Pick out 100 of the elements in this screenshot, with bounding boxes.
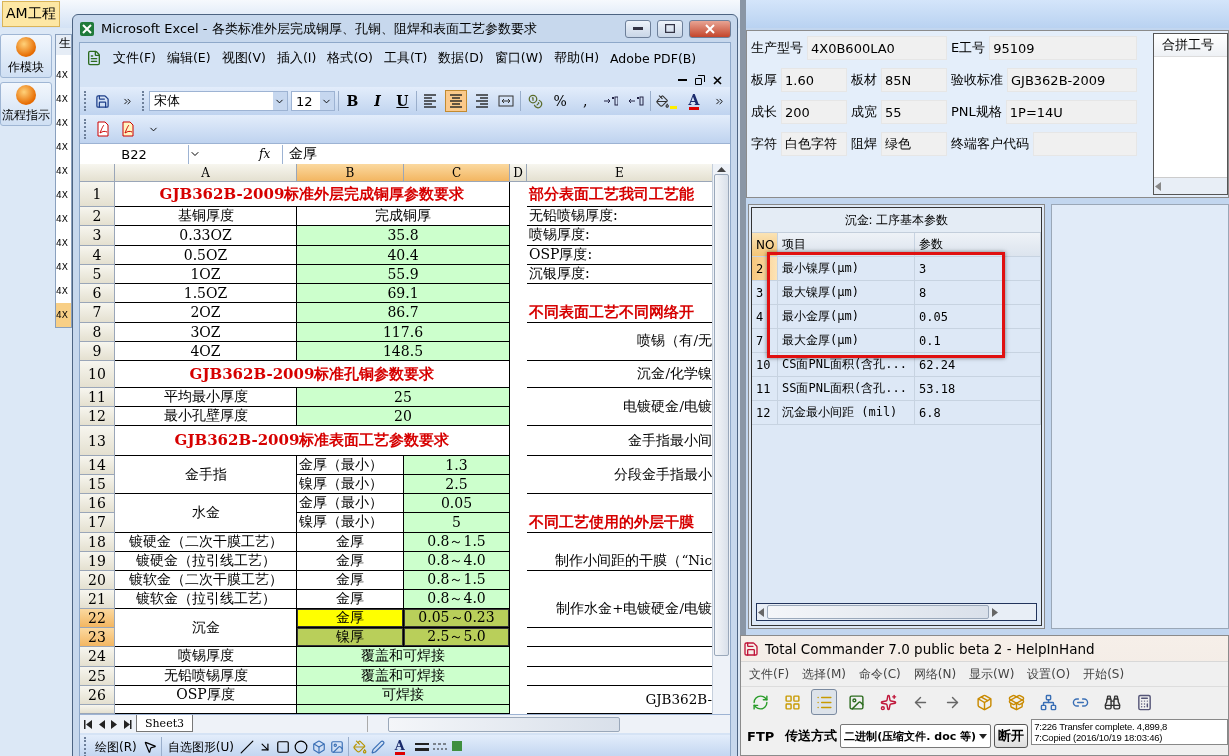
table-cell[interactable]: 10 [752,353,778,376]
ellipse-icon[interactable] [293,740,308,754]
name-box[interactable]: B22 [80,144,189,164]
row-header[interactable]: 1 [80,182,115,207]
text-field[interactable]: 95109 [989,36,1137,60]
restore-icon[interactable] [695,75,705,85]
fill-color-icon[interactable] [352,740,367,754]
column-header[interactable]: B [297,164,404,182]
last-sheet-icon[interactable] [123,719,132,729]
text-field[interactable]: 85N [881,68,947,92]
left-arrow-icon[interactable] [1154,181,1162,191]
font-color-button[interactable]: A [388,736,411,756]
menu-item[interactable]: 开始(S) [1083,665,1125,683]
shadow-icon[interactable] [450,740,465,754]
text-field[interactable]: 55 [881,100,947,124]
first-sheet-icon[interactable] [84,719,93,729]
line-style-icon[interactable] [414,741,429,753]
menu-item[interactable]: AM工程 [2,1,60,27]
comma-button[interactable]: , [574,90,597,112]
text-field[interactable]: 绿色 [881,132,947,156]
italic-button[interactable]: I [366,90,389,112]
horizontal-scrollbar[interactable] [756,603,1037,621]
menu-item[interactable]: 格式(O) [327,49,373,67]
table-cell[interactable]: 3 [752,281,778,304]
row-header[interactable]: 15 [80,475,115,495]
menu-item[interactable]: 数据(D) [438,49,484,67]
pointer-icon[interactable] [142,740,157,754]
row-header[interactable]: 6 [80,284,115,304]
underline-button[interactable]: U [391,90,414,112]
text-field[interactable]: 200 [781,100,847,124]
column-header[interactable]: D [510,164,527,182]
vertical-scrollbar[interactable] [712,164,730,714]
minimize-icon[interactable] [678,78,687,82]
column-header[interactable]: E [527,164,713,182]
row-header[interactable]: 14 [80,456,115,476]
maximize-button[interactable] [657,19,683,38]
font-size-field[interactable]: 12 [290,91,335,111]
row-header[interactable]: 3 [80,226,115,246]
text-field[interactable]: 白色字符 [781,132,847,156]
formula-field[interactable]: 金厚 [282,144,730,164]
column-header[interactable]: A [115,164,297,182]
menu-item[interactable]: 编辑(E) [166,49,211,67]
disconnect-button[interactable]: 断开 [994,724,1029,748]
pen-icon[interactable] [370,740,385,754]
row-header[interactable]: 13 [80,426,115,456]
menu-item[interactable]: 文件(F) [749,665,790,683]
minimize-button[interactable] [625,19,651,38]
menu-item[interactable]: 窗口(W) [494,49,543,67]
menu-item[interactable]: 工具(T) [383,49,428,67]
left-arrow-icon[interactable] [757,607,765,617]
menu-item[interactable]: 插入(I) [276,49,317,67]
font-color-button[interactable]: A [683,90,705,112]
menu-item[interactable]: 选择(M) [802,665,846,683]
draw-menu[interactable]: 绘图(R) [93,738,139,756]
percent-button[interactable]: % [549,90,572,112]
module-button[interactable]: 作模块 [0,34,52,78]
menu-item[interactable]: 命令(C) [859,665,901,683]
menu-item[interactable]: 文件(F) [113,49,156,67]
align-button[interactable] [445,90,468,112]
row-header[interactable]: 24 [80,647,115,667]
row-header[interactable]: 16 [80,494,115,514]
menu-item[interactable]: 视图(V) [221,49,266,67]
previous-sheet-icon[interactable] [97,719,106,729]
row-header[interactable]: 7 [80,303,115,323]
module-button[interactable]: 流程指示 [0,82,52,126]
rectangle-icon[interactable] [275,740,290,754]
column-header[interactable]: 参数 [915,233,1041,256]
table-cell[interactable]: 11 [752,377,778,400]
cube-icon[interactable] [311,740,326,754]
table-cell[interactable]: 7 [752,329,778,352]
text-field[interactable]: GJB362B-2009 [1007,68,1137,92]
text-field[interactable]: 1P=14U [1005,100,1137,124]
transfer-mode-dropdown[interactable]: 二进制(压缩文件. doc 等) [840,724,992,748]
row-header[interactable]: 10 [80,361,115,388]
next-sheet-icon[interactable] [110,719,119,729]
up-arrow-icon[interactable] [717,166,726,172]
menu-item[interactable]: 网络(N) [913,665,957,683]
sheet-tab[interactable]: Sheet3 [136,715,194,732]
column-header[interactable]: C [404,164,510,182]
menu-item[interactable]: 设置(O) [1027,665,1071,683]
row-header[interactable]: 23 [80,628,115,648]
scroll-thumb[interactable] [767,605,989,619]
row-header[interactable]: 11 [80,388,115,407]
table-cell[interactable]: 4 [752,305,778,328]
text-field[interactable]: 1.60 [781,68,847,92]
menu-item[interactable]: 显示(W) [969,665,1015,683]
row-header[interactable]: 12 [80,407,115,426]
right-arrow-icon[interactable] [991,607,999,617]
font-field[interactable]: 宋体 [149,91,288,111]
row-header[interactable]: 2 [80,207,115,227]
scroll-thumb[interactable] [388,716,621,732]
close-button[interactable] [689,19,731,38]
list-box[interactable]: 合拼工号 [1153,33,1228,195]
bold-button[interactable]: B [341,90,364,112]
text-field[interactable]: 4X0B600LA0 [807,36,947,60]
list-row[interactable]: 4X [56,303,71,327]
row-header[interactable]: 17 [80,513,115,533]
close-icon[interactable] [713,75,722,85]
table-cell[interactable]: 12 [752,401,778,424]
list-view-button[interactable] [811,689,837,715]
